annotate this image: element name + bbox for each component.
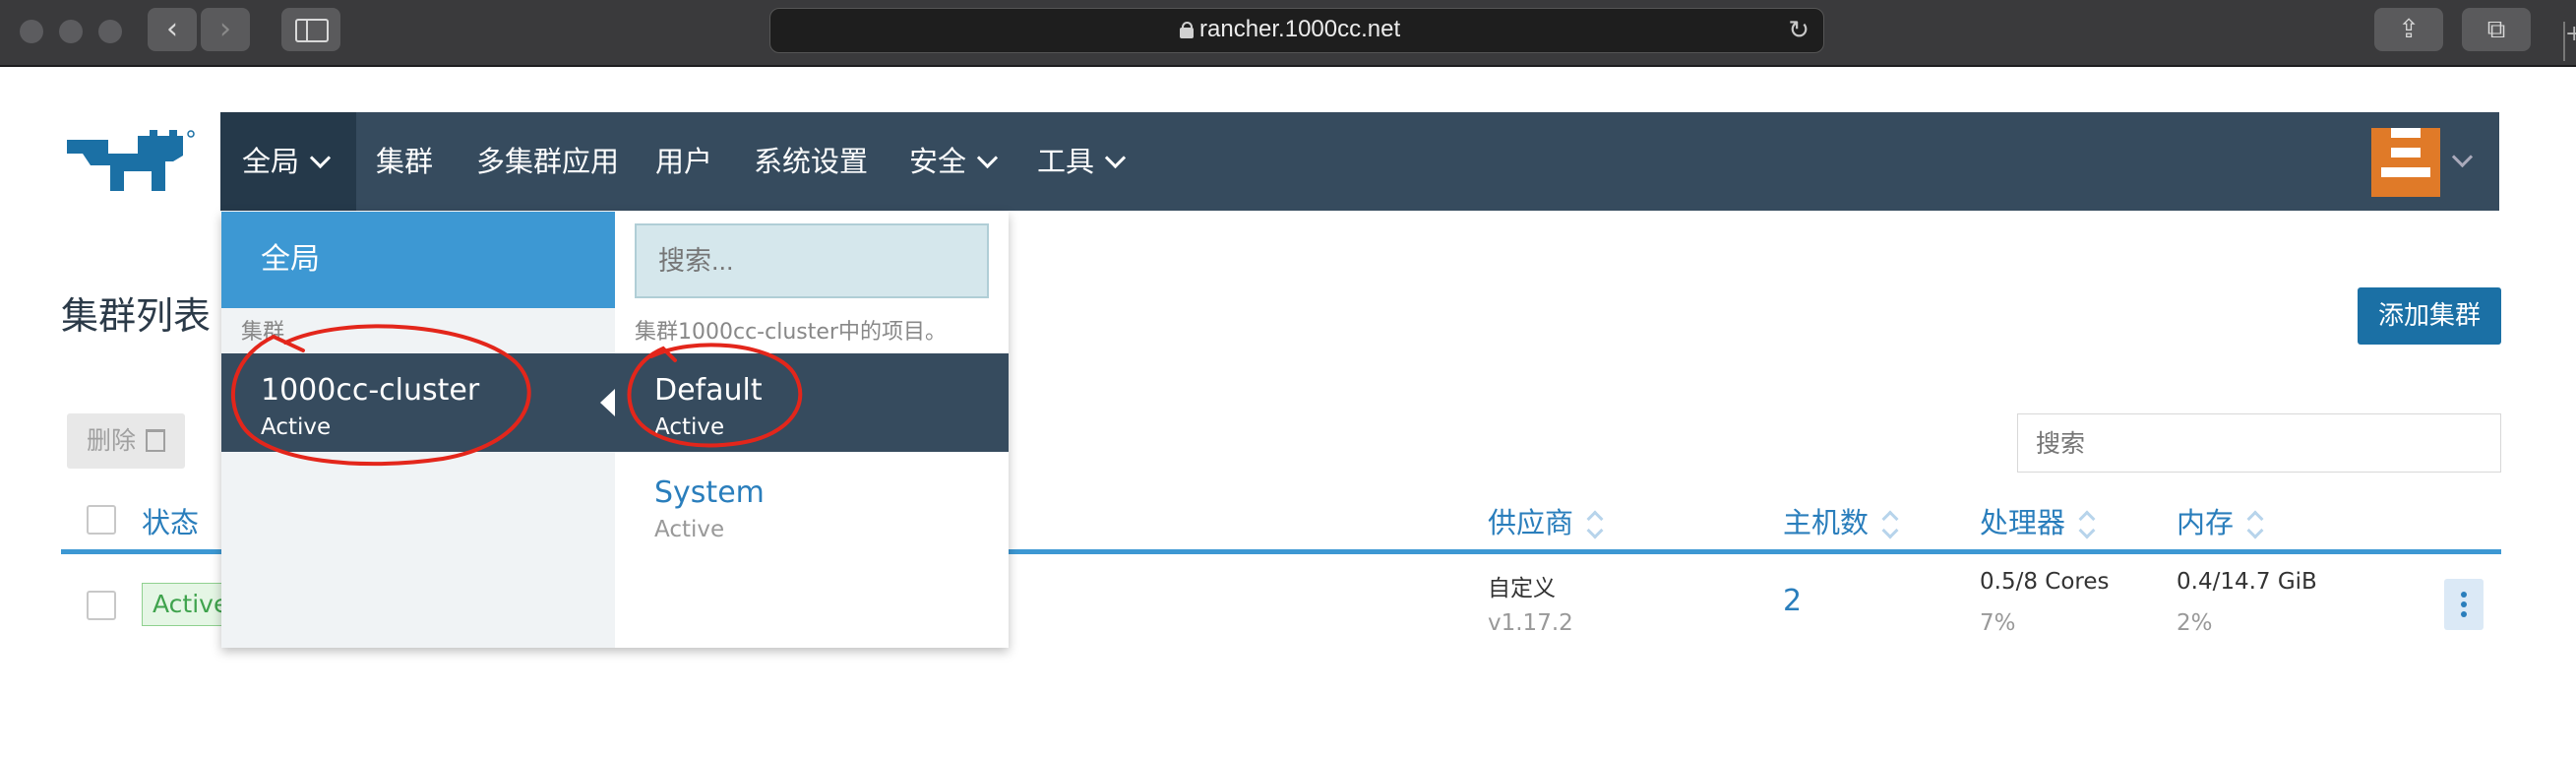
- provider-version: v1.17.2: [1488, 610, 1573, 636]
- nav-settings[interactable]: 系统设置: [754, 112, 868, 211]
- tabs-icon: ⧉: [2486, 15, 2506, 44]
- address-bar[interactable]: rancher.1000cc.net ↻: [769, 8, 1824, 53]
- global-menu-item[interactable]: 全局: [221, 212, 615, 308]
- column-provider-label: 供应商: [1488, 506, 1574, 539]
- nav-global-label: 全局: [242, 145, 300, 178]
- selection-pointer: [600, 389, 615, 416]
- nav-tools[interactable]: 工具: [1037, 112, 1127, 211]
- trash-icon: [146, 428, 166, 452]
- back-button[interactable]: ‹: [148, 8, 197, 51]
- memory-cell: 0.4/14.7 GiB: [2177, 569, 2317, 595]
- column-cpu-label: 处理器: [1980, 506, 2066, 539]
- column-header-memory[interactable]: 内存: [2177, 500, 2261, 541]
- row-actions-button[interactable]: [2444, 579, 2484, 630]
- sort-icon: [2079, 513, 2093, 537]
- select-all-checkbox[interactable]: [87, 505, 116, 535]
- chevron-down-icon: [309, 147, 332, 169]
- nav-users[interactable]: 用户: [655, 112, 712, 211]
- share-button[interactable]: ⇪: [2374, 8, 2443, 51]
- add-cluster-button[interactable]: 添加集群: [2358, 287, 2501, 345]
- nav-clusters-label: 集群: [376, 145, 434, 178]
- chevron-right-icon: ›: [219, 12, 231, 46]
- row-checkbox[interactable]: [87, 591, 116, 620]
- project-state: Active: [654, 414, 725, 440]
- nav-security-label: 安全: [909, 145, 967, 178]
- provider-cell: 自定义: [1488, 576, 1556, 601]
- main-navigation: 全局 集群 多集群应用 用户 系统设置 安全 工具: [220, 112, 2499, 211]
- browser-toolbar: ‹ › rancher.1000cc.net ↻ ⇪ ⧉ +: [0, 0, 2576, 67]
- project-item-default[interactable]: Default Active: [615, 353, 1009, 452]
- cluster-state: Active: [261, 414, 332, 440]
- project-list-pane: 集群1000cc-cluster中的项目。 Default Active Sys…: [615, 212, 1009, 648]
- history-buttons: ‹ ›: [148, 8, 250, 51]
- delete-button[interactable]: 删除: [67, 413, 185, 469]
- nav-clusters[interactable]: 集群: [376, 112, 433, 211]
- url-text: rancher.1000cc.net: [1199, 16, 1401, 42]
- new-tab-button[interactable]: +: [2563, 22, 2576, 61]
- project-item-system[interactable]: System Active: [615, 454, 1009, 552]
- nav-tools-label: 工具: [1037, 145, 1095, 178]
- column-header-cpu[interactable]: 处理器: [1980, 500, 2093, 541]
- column-header-status[interactable]: 状态: [142, 500, 199, 541]
- user-avatar[interactable]: [2371, 128, 2440, 197]
- project-state: Active: [654, 517, 725, 542]
- delete-label: 删除: [87, 426, 137, 455]
- chevron-down-icon[interactable]: [2451, 146, 2474, 168]
- chevron-down-icon: [976, 147, 999, 169]
- column-header-provider[interactable]: 供应商: [1488, 500, 1601, 541]
- close-window-button[interactable]: [20, 20, 43, 43]
- share-icon: ⇪: [2398, 15, 2420, 44]
- zoom-window-button[interactable]: [98, 20, 122, 43]
- minimize-window-button[interactable]: [59, 20, 83, 43]
- sort-icon: [1882, 513, 1896, 537]
- clusters-section-label: 集群: [241, 320, 285, 345]
- project-search-input[interactable]: [635, 223, 989, 298]
- column-header-hosts[interactable]: 主机数: [1783, 500, 1896, 541]
- memory-percent: 2%: [2177, 610, 2213, 636]
- sort-icon: [1587, 513, 1601, 537]
- column-hosts-label: 主机数: [1783, 506, 1870, 539]
- lock-icon: [1178, 22, 1194, 38]
- projects-section-label: 集群1000cc-cluster中的项目。: [635, 320, 947, 345]
- rancher-logo[interactable]: [61, 126, 199, 195]
- chevron-down-icon: [1104, 147, 1127, 169]
- reload-icon[interactable]: ↻: [1788, 18, 1809, 43]
- nav-multi-cluster-apps[interactable]: 多集群应用: [476, 112, 619, 211]
- context-switcher-dropdown: 全局 集群 1000cc-cluster Active 集群1000cc-clu…: [221, 212, 1009, 648]
- project-name: System: [654, 475, 765, 510]
- page-title: 集群列表: [61, 294, 212, 338]
- cpu-percent: 7%: [1980, 610, 2016, 636]
- nav-users-label: 用户: [655, 145, 713, 178]
- cpu-cell: 0.5/8 Cores: [1980, 569, 2110, 595]
- nav-security[interactable]: 安全: [909, 112, 999, 211]
- nav-settings-label: 系统设置: [754, 145, 869, 178]
- nav-multi-cluster-apps-label: 多集群应用: [476, 145, 620, 178]
- table-search-input[interactable]: [2017, 413, 2501, 473]
- project-name: Default: [654, 373, 763, 408]
- sidebar-icon: [295, 19, 329, 42]
- column-status-label: 状态: [142, 506, 200, 539]
- hosts-count-link[interactable]: 2: [1783, 584, 1802, 618]
- tabs-overview-button[interactable]: ⧉: [2462, 8, 2531, 51]
- forward-button[interactable]: ›: [201, 8, 250, 51]
- nav-global[interactable]: 全局: [220, 112, 356, 211]
- cluster-name: 1000cc-cluster: [261, 373, 480, 408]
- column-memory-label: 内存: [2177, 506, 2235, 539]
- cluster-list-pane: 全局 集群 1000cc-cluster Active: [221, 212, 615, 648]
- cluster-item-1000cc-cluster[interactable]: 1000cc-cluster Active: [221, 353, 615, 452]
- chevron-left-icon: ‹: [166, 12, 178, 46]
- sidebar-toggle-button[interactable]: [281, 8, 340, 51]
- sort-icon: [2247, 513, 2261, 537]
